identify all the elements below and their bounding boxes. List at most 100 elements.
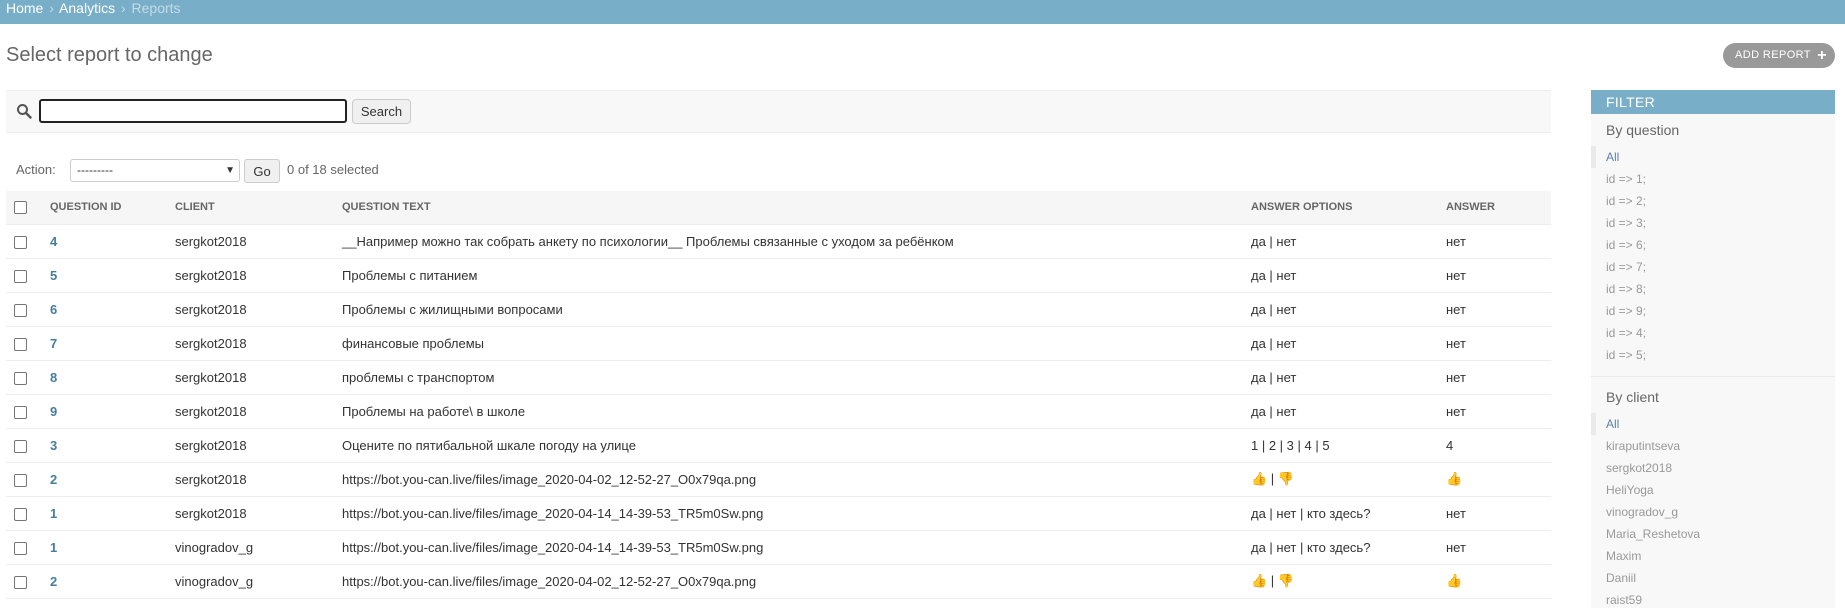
row-select-cell bbox=[6, 496, 42, 531]
breadcrumb-separator: › bbox=[120, 0, 126, 16]
select-all-cell bbox=[6, 191, 42, 225]
breadcrumb-analytics-link[interactable]: Analytics bbox=[59, 0, 115, 16]
filter-item[interactable]: id => 7; bbox=[1591, 256, 1835, 278]
filter-item[interactable]: kiraputintseva bbox=[1591, 435, 1835, 457]
row-checkbox[interactable] bbox=[14, 541, 27, 555]
question-id-link[interactable]: 6 bbox=[50, 302, 57, 317]
question-id-link[interactable]: 2 bbox=[50, 574, 57, 589]
row-checkbox[interactable] bbox=[14, 235, 27, 249]
question-id-cell: 9 bbox=[42, 394, 167, 429]
table-row: 9 sergkot2018 Проблемы на работе\ в школе д… bbox=[6, 394, 1551, 429]
question-id-link[interactable]: 8 bbox=[50, 370, 57, 385]
question-id-link[interactable]: 1 bbox=[50, 506, 57, 521]
question-id-link[interactable]: 1 bbox=[50, 540, 57, 555]
row-checkbox[interactable] bbox=[14, 371, 27, 385]
row-select-cell bbox=[6, 326, 42, 361]
table-row: 1 sergkot2018 https://bot.you-can.live/fil… bbox=[6, 496, 1551, 531]
row-select-cell bbox=[6, 224, 42, 259]
filter-item[interactable]: id => 1; bbox=[1591, 168, 1835, 190]
plus-icon: + bbox=[1817, 47, 1827, 64]
client-cell: sergkot2018 bbox=[167, 496, 334, 531]
actions-bar: Action: --------- ▼ Go 0 of 18 selected bbox=[16, 158, 616, 183]
row-checkbox[interactable] bbox=[14, 575, 27, 589]
action-label: Action: bbox=[16, 162, 56, 177]
filter-item[interactable]: id => 9; bbox=[1591, 300, 1835, 322]
question-id-cell: 5 bbox=[42, 258, 167, 293]
answer-options-cell: да | нет bbox=[1243, 394, 1438, 429]
question-text-cell: Проблемы с жилищными вопросами bbox=[334, 292, 1243, 327]
client-cell: vinogradov_g bbox=[167, 530, 334, 565]
row-select-cell bbox=[6, 462, 42, 497]
filter-item[interactable]: Maria_Reshetova bbox=[1591, 523, 1835, 545]
row-checkbox[interactable] bbox=[14, 303, 27, 317]
question-id-link[interactable]: 7 bbox=[50, 336, 57, 351]
table-body: 4 sergkot2018 __Например можно так собрать… bbox=[6, 224, 1551, 599]
table-row: 1 vinogradov_g https://bot.you-can.live/fi… bbox=[6, 530, 1551, 565]
column-header-answer[interactable]: ANSWER bbox=[1438, 191, 1551, 225]
question-id-cell: 4 bbox=[42, 224, 167, 259]
filter-item[interactable]: id => 6; bbox=[1591, 234, 1835, 256]
filter-item[interactable]: vinogradov_g bbox=[1591, 501, 1835, 523]
results-table: QUESTION ID CLIENT QUESTION TEXT ANSWER … bbox=[6, 191, 1551, 599]
filter-item[interactable]: id => 4; bbox=[1591, 322, 1835, 344]
column-header-question-text[interactable]: QUESTION TEXT bbox=[334, 191, 1243, 225]
answer-options-cell: 1 | 2 | 3 | 4 | 5 bbox=[1243, 428, 1438, 463]
search-button[interactable]: Search bbox=[352, 99, 411, 124]
row-checkbox[interactable] bbox=[14, 337, 27, 351]
answer-options-cell: да | нет bbox=[1243, 224, 1438, 259]
answer-cell: нет bbox=[1438, 394, 1551, 429]
page-title: Select report to change bbox=[6, 44, 213, 66]
client-cell: sergkot2018 bbox=[167, 326, 334, 361]
answer-cell: нет bbox=[1438, 360, 1551, 395]
add-report-label: ADD REPORT bbox=[1735, 49, 1811, 61]
table-row: 3 sergkot2018 Оцените по пятибальной шкале… bbox=[6, 428, 1551, 463]
table-row: 6 sergkot2018 Проблемы с жилищными вопроса… bbox=[6, 292, 1551, 327]
row-checkbox[interactable] bbox=[14, 507, 27, 521]
question-id-link[interactable]: 9 bbox=[50, 404, 57, 419]
filter-item[interactable]: All bbox=[1591, 146, 1835, 168]
filter-item[interactable]: All bbox=[1591, 413, 1835, 435]
question-text-cell: __Например можно так собрать анкету по п… bbox=[334, 224, 1243, 259]
action-selected-option: --------- bbox=[77, 163, 113, 177]
question-id-cell: 1 bbox=[42, 496, 167, 531]
select-all-checkbox[interactable] bbox=[14, 200, 27, 214]
question-text-cell: Проблемы с питанием bbox=[334, 258, 1243, 293]
add-report-button[interactable]: ADD REPORT + bbox=[1723, 43, 1835, 68]
row-checkbox[interactable] bbox=[14, 473, 27, 487]
filter-item[interactable]: id => 3; bbox=[1591, 212, 1835, 234]
question-text-cell: https://bot.you-can.live/files/image_202… bbox=[334, 462, 1243, 497]
question-text-cell: проблемы с транспортом bbox=[334, 360, 1243, 395]
column-header-client[interactable]: CLIENT bbox=[167, 191, 334, 225]
filter-item[interactable]: sergkot2018 bbox=[1591, 457, 1835, 479]
row-checkbox[interactable] bbox=[14, 269, 27, 283]
question-id-cell: 3 bbox=[42, 428, 167, 463]
row-select-cell bbox=[6, 360, 42, 395]
breadcrumb-home-link[interactable]: Home bbox=[6, 0, 43, 16]
filter-item[interactable]: id => 2; bbox=[1591, 190, 1835, 212]
question-id-link[interactable]: 3 bbox=[50, 438, 57, 453]
filter-item[interactable]: Maxim bbox=[1591, 545, 1835, 567]
question-id-link[interactable]: 5 bbox=[50, 268, 57, 283]
filter-item[interactable]: HeliYoga bbox=[1591, 479, 1835, 501]
answer-cell: 👍 bbox=[1438, 462, 1551, 497]
filter-client-list: All kiraputintseva sergkot2018 HeliYoga vino… bbox=[1591, 413, 1835, 611]
search-input[interactable] bbox=[39, 99, 347, 123]
client-cell: sergkot2018 bbox=[167, 360, 334, 395]
column-header-answer-options[interactable]: ANSWER OPTIONS bbox=[1243, 191, 1438, 225]
question-id-link[interactable]: 4 bbox=[50, 234, 57, 249]
filter-item[interactable]: id => 8; bbox=[1591, 278, 1835, 300]
row-select-cell bbox=[6, 428, 42, 463]
chevron-down-icon: ▼ bbox=[225, 165, 235, 176]
filter-item[interactable]: Daniil bbox=[1591, 567, 1835, 589]
question-id-link[interactable]: 2 bbox=[50, 472, 57, 487]
go-button[interactable]: Go bbox=[244, 159, 280, 183]
filter-item[interactable]: id => 5; bbox=[1591, 344, 1835, 366]
row-checkbox[interactable] bbox=[14, 405, 27, 419]
action-select[interactable]: --------- ▼ bbox=[70, 159, 240, 182]
filter-title: FILTER bbox=[1591, 90, 1835, 114]
filter-by-client-title: By client bbox=[1606, 389, 1659, 405]
answer-cell: нет bbox=[1438, 224, 1551, 259]
row-checkbox[interactable] bbox=[14, 439, 27, 453]
column-header-question-id[interactable]: QUESTION ID bbox=[42, 191, 167, 225]
row-select-cell bbox=[6, 394, 42, 429]
